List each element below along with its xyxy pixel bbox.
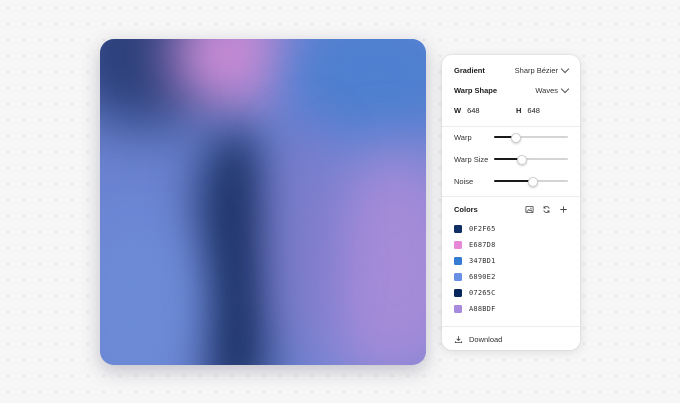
gradient-preview: [100, 39, 426, 365]
color-swatch[interactable]: [454, 289, 462, 297]
noise-slider-label: Noise: [454, 176, 474, 186]
download-icon: [454, 335, 463, 343]
color-row[interactable]: 0F2F65: [454, 224, 568, 234]
divider: [442, 326, 580, 327]
color-hex[interactable]: 07265C: [469, 289, 496, 297]
divider: [442, 196, 580, 197]
colors-header: Colors: [454, 203, 568, 215]
color-row[interactable]: 6890E2: [454, 272, 568, 282]
warp-size-slider-thumb[interactable]: [516, 155, 527, 165]
color-hex[interactable]: 0F2F65: [469, 225, 496, 233]
color-row[interactable]: 347BD1: [454, 256, 568, 266]
color-swatch[interactable]: [454, 273, 462, 281]
height-value[interactable]: 648: [527, 106, 540, 115]
warp-slider-label: Warp: [454, 132, 472, 142]
chevron-down-icon: [560, 64, 570, 73]
warp-size-slider[interactable]: [494, 155, 568, 165]
color-hex[interactable]: 6890E2: [469, 273, 496, 281]
refresh-icon[interactable]: [542, 205, 551, 214]
color-swatch[interactable]: [454, 305, 462, 313]
height-field[interactable]: H 648: [516, 106, 540, 115]
download-label: Download: [469, 334, 503, 344]
slider-row-noise: Noise: [454, 175, 568, 187]
noise-slider[interactable]: [494, 177, 568, 187]
noise-slider-thumb[interactable]: [528, 177, 539, 187]
image-icon[interactable]: [525, 205, 534, 214]
warp-slider-thumb[interactable]: [510, 133, 521, 143]
colors-label: Colors: [454, 204, 478, 214]
noise-slider-fill: [494, 180, 533, 182]
warp-size-slider-label: Warp Size: [454, 154, 489, 164]
color-hex[interactable]: E687D8: [469, 241, 496, 249]
warp-shape-row: Warp Shape Waves: [454, 84, 570, 96]
width-label: W: [454, 105, 462, 115]
gradient-blob: [270, 119, 340, 359]
plus-icon[interactable]: [559, 205, 568, 214]
gradient-label: Gradient: [454, 65, 485, 75]
gradient-blob: [195, 129, 275, 365]
color-row[interactable]: 07265C: [454, 288, 568, 298]
height-label: H: [516, 105, 522, 115]
color-row[interactable]: E687D8: [454, 240, 568, 250]
warp-shape-select[interactable]: Waves: [535, 84, 570, 95]
settings-panel: Gradient Sharp Bézier Warp Shape Waves W…: [442, 55, 580, 350]
slider-row-warp-size: Warp Size: [454, 153, 568, 165]
color-swatch[interactable]: [454, 257, 462, 265]
color-hex[interactable]: 347BD1: [469, 257, 496, 265]
download-button[interactable]: Download: [454, 333, 568, 345]
color-swatch[interactable]: [454, 241, 462, 249]
color-swatch[interactable]: [454, 225, 462, 233]
width-field[interactable]: W 648: [454, 106, 516, 115]
divider: [442, 126, 580, 127]
size-row: W 648 H 648: [454, 104, 568, 116]
gradient-value: Sharp Bézier: [514, 65, 558, 75]
warp-shape-label: Warp Shape: [454, 85, 498, 95]
color-hex[interactable]: A88BDF: [469, 305, 496, 313]
gradient-row: Gradient Sharp Bézier: [454, 64, 570, 76]
chevron-down-icon: [560, 84, 570, 93]
warp-shape-value: Waves: [535, 85, 558, 95]
warp-slider[interactable]: [494, 133, 568, 143]
slider-row-warp: Warp: [454, 131, 568, 143]
color-row[interactable]: A88BDF: [454, 304, 568, 314]
gradient-select[interactable]: Sharp Bézier: [514, 64, 570, 75]
gradient-blob: [100, 209, 200, 365]
width-value[interactable]: 648: [467, 106, 480, 115]
